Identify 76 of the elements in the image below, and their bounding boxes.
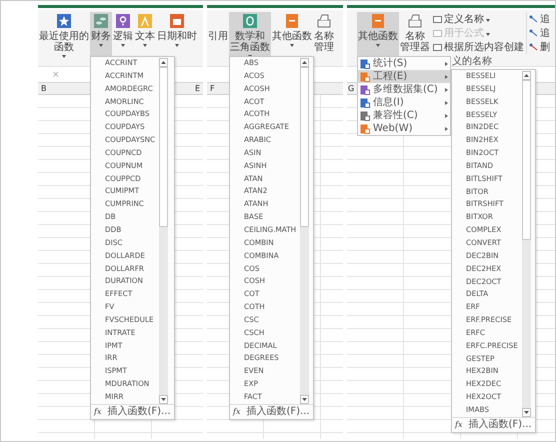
ribbon-button[interactable]: 追 bbox=[528, 13, 551, 26]
scroll-down-button[interactable] bbox=[300, 394, 310, 404]
calendar-icon bbox=[169, 13, 185, 29]
submenu-item[interactable]: 兼容性(C) bbox=[358, 109, 450, 122]
column-header[interactable]: G bbox=[347, 83, 356, 94]
submenu-arrow-icon bbox=[445, 114, 448, 118]
up-arrow-icon bbox=[161, 61, 166, 64]
ribbon-button[interactable]: 最近使用的 函数 bbox=[38, 12, 90, 56]
ribbon-button[interactable]: 引用 bbox=[207, 12, 229, 56]
column-header[interactable]: F bbox=[207, 83, 218, 94]
trace-arrow-icon bbox=[529, 43, 538, 52]
function-symbol: fx bbox=[94, 406, 102, 417]
trace-arrow-icon bbox=[529, 15, 538, 24]
submenu-item[interactable]: 多维数据集(C) bbox=[358, 83, 450, 96]
scroll-up-button[interactable] bbox=[159, 58, 168, 67]
ribbon-button[interactable]: 其他函数 bbox=[357, 12, 399, 56]
function-symbol: fx bbox=[455, 420, 462, 430]
scroll-down-button[interactable] bbox=[159, 394, 168, 404]
insert-function-item[interactable]: 插入函数(F)... bbox=[107, 406, 171, 418]
ribbon-button[interactable]: 文本 bbox=[134, 12, 156, 56]
submenu-item[interactable]: Web(W) bbox=[358, 122, 450, 135]
column-header[interactable]: E bbox=[192, 83, 203, 94]
book-icon bbox=[284, 13, 300, 29]
submenu-item[interactable]: 信息(I) bbox=[358, 96, 450, 109]
info-icon bbox=[360, 98, 370, 108]
ribbon-button[interactable]: 名称 管理器 bbox=[399, 12, 431, 56]
finance-icon bbox=[93, 13, 109, 29]
chart-icon bbox=[360, 58, 370, 68]
scroll-thumb[interactable] bbox=[522, 80, 531, 240]
submenu-item[interactable]: 工程(E) bbox=[358, 70, 450, 83]
insert-function-item[interactable]: 插入函数(F)... bbox=[246, 406, 310, 418]
web-icon bbox=[360, 124, 370, 134]
compatibility-icon bbox=[360, 110, 370, 120]
ribbon-button[interactable]: 根据所选内容创建 bbox=[432, 41, 525, 54]
down-arrow-icon bbox=[524, 410, 529, 414]
logic-icon bbox=[115, 13, 131, 29]
down-arrow-icon bbox=[302, 398, 308, 401]
scroll-up-button[interactable] bbox=[300, 58, 310, 67]
book-icon bbox=[370, 13, 386, 29]
ribbon-button[interactable]: 数学和 三角函数 bbox=[229, 12, 271, 56]
scrollbar[interactable] bbox=[300, 58, 310, 404]
trace-arrow-icon bbox=[529, 29, 538, 38]
submenu-arrow-icon bbox=[445, 62, 448, 66]
scroll-up-button[interactable] bbox=[522, 71, 531, 80]
ribbon-button[interactable]: 其他函数 bbox=[271, 12, 313, 56]
ribbon-button[interactable]: 日期和时 bbox=[156, 12, 198, 56]
ribbon-button[interactable]: 名称 管理 bbox=[313, 12, 335, 56]
up-arrow-icon bbox=[302, 61, 308, 64]
submenu-arrow-icon bbox=[445, 74, 448, 78]
submenu-arrow-icon bbox=[445, 88, 448, 92]
scrollbar[interactable] bbox=[522, 71, 531, 417]
star-icon bbox=[56, 13, 72, 29]
ribbon-button[interactable]: 财务 bbox=[90, 12, 112, 56]
scroll-down-button[interactable] bbox=[522, 408, 531, 417]
column-header[interactable]: B bbox=[38, 83, 50, 94]
name-manager-icon bbox=[407, 13, 423, 29]
scroll-thumb[interactable] bbox=[300, 67, 310, 227]
submenu-arrow-icon bbox=[445, 126, 448, 130]
ribbon-button[interactable]: 追 bbox=[528, 27, 551, 40]
engineering-icon bbox=[360, 72, 370, 82]
submenu-item[interactable]: 统计(S) bbox=[358, 57, 450, 70]
group-label: 义的名称 bbox=[452, 56, 492, 67]
insert-function-item[interactable]: 插入函数(F)... bbox=[468, 418, 532, 431]
scrollbar[interactable] bbox=[159, 58, 168, 404]
cube-icon bbox=[360, 84, 370, 94]
function-symbol: fx bbox=[233, 406, 240, 417]
text-icon bbox=[137, 13, 153, 29]
ribbon-button[interactable]: 定义名称 bbox=[432, 13, 525, 26]
name-manager-icon bbox=[316, 13, 332, 29]
ribbon-button[interactable]: 逻辑 bbox=[112, 12, 134, 56]
up-arrow-icon bbox=[524, 74, 529, 77]
ribbon-button[interactable]: 删 bbox=[528, 41, 551, 54]
math-icon bbox=[242, 13, 258, 29]
scroll-thumb[interactable] bbox=[159, 67, 168, 227]
submenu-arrow-icon bbox=[445, 100, 448, 104]
down-arrow-icon bbox=[161, 398, 166, 401]
